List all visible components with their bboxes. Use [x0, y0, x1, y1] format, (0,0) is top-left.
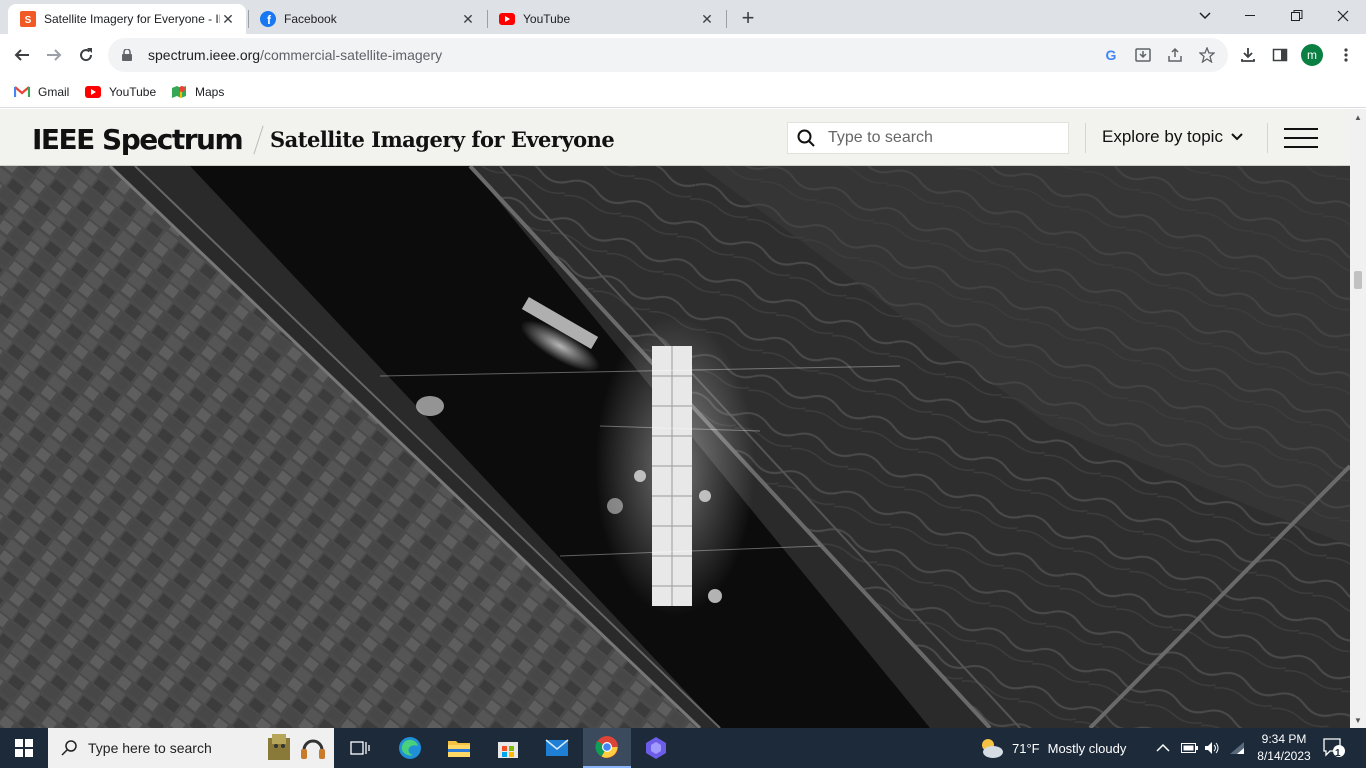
- chevron-down-icon: [1231, 133, 1243, 141]
- bookmark-maps[interactable]: Maps: [171, 83, 224, 101]
- hamburger-menu-icon[interactable]: [1284, 128, 1318, 148]
- notification-center-icon[interactable]: 1: [1322, 736, 1346, 760]
- weather-widget[interactable]: 71°F Mostly cloudy: [978, 728, 1126, 768]
- facebook-favicon: f: [260, 11, 276, 27]
- notification-count: 1: [1335, 748, 1341, 759]
- svg-text:G: G: [1106, 47, 1117, 63]
- site-header: IEEE Spectrum Satellite Imagery for Ever…: [0, 109, 1350, 166]
- url-path: /commercial-satellite-imagery: [260, 47, 443, 63]
- youtube-icon: [85, 84, 101, 100]
- microsoft-store-icon[interactable]: [484, 728, 532, 768]
- browser-toolbar: spectrum.ieee.org/commercial-satellite-i…: [0, 34, 1366, 76]
- reload-icon[interactable]: [72, 41, 100, 69]
- search-highlight-icon[interactable]: [264, 732, 328, 764]
- back-arrow-icon[interactable]: [8, 41, 36, 69]
- bookmarks-bar: Gmail YouTube Maps: [0, 76, 1366, 108]
- minimize-button[interactable]: [1228, 0, 1274, 32]
- windows-start-icon[interactable]: [0, 728, 48, 768]
- url-host: spectrum.ieee.org: [148, 47, 261, 63]
- task-view-icon[interactable]: [336, 728, 384, 768]
- downloads-icon[interactable]: [1234, 41, 1262, 69]
- bookmark-star-icon[interactable]: [1198, 46, 1216, 64]
- profile-avatar[interactable]: m: [1301, 44, 1323, 66]
- youtube-favicon: [499, 11, 515, 27]
- close-tab-icon[interactable]: ✕: [699, 11, 715, 27]
- gmail-icon: [14, 84, 30, 100]
- copilot-app-icon[interactable]: [632, 728, 680, 768]
- partly-cloudy-icon: [978, 736, 1006, 760]
- tab-title: YouTube: [523, 12, 571, 26]
- tab-search-chevron-icon[interactable]: [1182, 0, 1228, 32]
- scrollbar-thumb[interactable]: [1354, 271, 1362, 289]
- install-app-icon[interactable]: [1134, 46, 1152, 64]
- ieee-spectrum-favicon: S: [20, 11, 36, 27]
- scroll-up-arrow-icon[interactable]: ▲: [1353, 112, 1363, 122]
- side-panel-icon[interactable]: [1266, 41, 1294, 69]
- tab-facebook[interactable]: f Facebook ✕: [250, 4, 486, 34]
- scroll-down-arrow-icon[interactable]: ▼: [1353, 715, 1363, 725]
- site-search-input[interactable]: [828, 129, 1048, 147]
- bookmark-label: Maps: [195, 85, 225, 99]
- volume-icon[interactable]: [1204, 728, 1220, 768]
- tab-title: Facebook: [284, 12, 337, 26]
- title-divider: [253, 125, 264, 155]
- lock-icon[interactable]: [120, 48, 134, 62]
- address-bar[interactable]: spectrum.ieee.org/commercial-satellite-i…: [108, 38, 1228, 72]
- bookmark-youtube[interactable]: YouTube: [85, 83, 156, 101]
- tab-satellite-imagery[interactable]: S Satellite Imagery for Everyone - IE ✕: [8, 4, 246, 34]
- browser-tab-strip: S Satellite Imagery for Everyone - IE ✕ …: [0, 0, 1366, 34]
- mail-icon[interactable]: [533, 728, 581, 768]
- ieee-spectrum-logo[interactable]: IEEE Spectrum: [32, 123, 244, 156]
- url-text[interactable]: spectrum.ieee.org/commercial-satellite-i…: [148, 47, 442, 63]
- taskbar-search-box[interactable]: Type here to search: [48, 728, 334, 768]
- new-tab-button[interactable]: +: [736, 5, 760, 30]
- explore-label: Explore by topic: [1102, 127, 1223, 146]
- taskbar-clock[interactable]: 9:34 PM 8/14/2023: [1248, 731, 1320, 765]
- share-icon[interactable]: [1166, 46, 1184, 64]
- edge-browser-icon[interactable]: [386, 728, 434, 768]
- windows-taskbar: Type here to search 71°F Mostly cloudy 9…: [0, 728, 1366, 768]
- search-icon: [60, 739, 78, 757]
- page-title: Satellite Imagery for Everyone: [270, 127, 615, 152]
- bookmark-label: Gmail: [38, 85, 70, 99]
- weather-temperature: 71°F: [1012, 740, 1040, 756]
- hero-satellite-image: [0, 166, 1350, 728]
- bookmark-gmail[interactable]: Gmail: [14, 83, 69, 101]
- google-lens-icon[interactable]: G: [1102, 46, 1120, 64]
- maps-icon: [171, 84, 187, 100]
- svg-text:S: S: [25, 15, 32, 26]
- wifi-icon[interactable]: [1229, 728, 1245, 768]
- tab-youtube[interactable]: YouTube ✕: [489, 4, 725, 34]
- tab-title: Satellite Imagery for Everyone - IE: [44, 12, 220, 26]
- clock-time: 9:34 PM: [1261, 732, 1307, 746]
- explore-by-topic-button[interactable]: Explore by topic: [1102, 127, 1243, 147]
- battery-icon[interactable]: [1181, 728, 1199, 768]
- close-window-button[interactable]: [1320, 0, 1366, 32]
- search-icon: [796, 128, 816, 148]
- file-explorer-icon[interactable]: [435, 728, 483, 768]
- restore-button[interactable]: [1274, 0, 1320, 32]
- chrome-menu-icon[interactable]: [1332, 41, 1360, 69]
- chrome-taskbar-icon[interactable]: [583, 728, 631, 768]
- bookmark-label: YouTube: [109, 85, 157, 99]
- taskbar-search-placeholder: Type here to search: [88, 740, 212, 756]
- site-search-box[interactable]: [787, 122, 1069, 154]
- forward-arrow-icon[interactable]: [40, 41, 68, 69]
- clock-date: 8/14/2023: [1257, 749, 1311, 763]
- close-tab-icon[interactable]: ✕: [460, 11, 476, 27]
- close-tab-icon[interactable]: ✕: [220, 11, 236, 27]
- show-hidden-icons-chevron[interactable]: [1156, 728, 1170, 768]
- weather-condition: Mostly cloudy: [1047, 740, 1127, 756]
- page-scrollbar[interactable]: ▲ ▼: [1350, 109, 1366, 728]
